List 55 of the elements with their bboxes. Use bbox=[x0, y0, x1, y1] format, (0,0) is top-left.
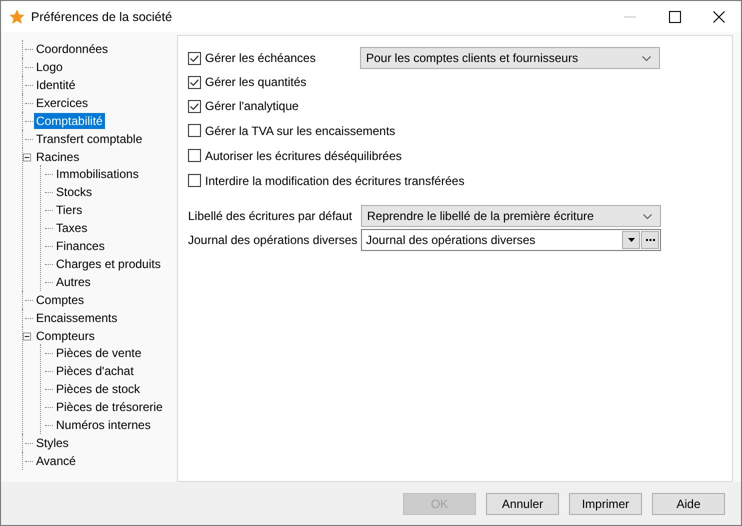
tree-item[interactable]: Pièces d'achat bbox=[54, 363, 136, 379]
tree-item[interactable]: Finances bbox=[54, 238, 107, 254]
dialog-button[interactable]: Aide bbox=[652, 492, 725, 514]
checkbox-label: Gérer la TVA sur les encaissements bbox=[205, 124, 396, 138]
tree-item[interactable]: Exercices bbox=[34, 95, 90, 111]
tree-item[interactable]: Taxes bbox=[54, 220, 90, 236]
dropdown-button[interactable] bbox=[622, 231, 640, 249]
checkbox-label: Gérer l'analytique bbox=[205, 99, 299, 113]
dropdown[interactable]: Pour les comptes clients et fournisseurs bbox=[360, 47, 660, 69]
tree-item[interactable]: Pièces de vente bbox=[54, 345, 144, 361]
checkbox[interactable] bbox=[188, 124, 201, 137]
collapse-icon[interactable] bbox=[23, 332, 31, 340]
checkbox[interactable] bbox=[188, 76, 201, 88]
checkbox-label: Gérer les échéances bbox=[205, 51, 316, 65]
checkbox[interactable] bbox=[188, 149, 201, 162]
caret-down-icon bbox=[628, 238, 634, 242]
checkbox[interactable] bbox=[188, 100, 201, 112]
browse-button[interactable] bbox=[641, 231, 659, 249]
tree-item[interactable]: Pièces de stock bbox=[54, 381, 142, 397]
tree-item[interactable]: Racines bbox=[34, 149, 82, 165]
tree-item[interactable]: Encaissements bbox=[34, 310, 120, 326]
tree-item[interactable]: Charges et produits bbox=[54, 256, 163, 272]
dialog-button[interactable]: Annuler bbox=[486, 492, 559, 514]
checkbox-label: Gérer les quantités bbox=[205, 75, 306, 89]
field-label: Libellé des écritures par défaut bbox=[188, 209, 354, 223]
combo-field[interactable]: Journal des opérations diverses bbox=[361, 229, 661, 251]
tree-item[interactable]: Tiers bbox=[54, 202, 84, 218]
tree-item[interactable]: Avancé bbox=[34, 453, 78, 469]
tree-item[interactable]: Compteurs bbox=[34, 328, 97, 344]
checkbox-label: Interdire la modification des écritures transférées bbox=[205, 174, 464, 188]
chevron-down-icon bbox=[643, 214, 652, 218]
checkbox-label: Autoriser les écritures déséquilibrées bbox=[205, 148, 402, 162]
tree-item[interactable]: Styles bbox=[34, 435, 71, 451]
tree-item[interactable]: Immobilisations bbox=[54, 166, 141, 182]
window-title: Préférences de la société bbox=[31, 10, 172, 24]
chevron-down-icon bbox=[642, 56, 651, 60]
star-icon bbox=[9, 8, 25, 24]
dialog-button[interactable]: Imprimer bbox=[569, 492, 642, 514]
tree-item[interactable]: Coordonnées bbox=[34, 41, 110, 57]
tree-item[interactable]: Transfert comptable bbox=[34, 131, 144, 147]
checkbox[interactable] bbox=[188, 174, 201, 187]
collapse-icon[interactable] bbox=[23, 152, 31, 162]
tree-item[interactable]: Comptabilité bbox=[34, 113, 105, 129]
tree-item[interactable]: Pièces de trésorerie bbox=[54, 399, 165, 415]
tree-item[interactable]: Autres bbox=[54, 274, 93, 290]
tree-item[interactable]: Identité bbox=[34, 77, 78, 93]
tree-item[interactable]: Stocks bbox=[54, 184, 94, 200]
checkbox[interactable] bbox=[188, 52, 201, 64]
tree-item[interactable]: Comptes bbox=[34, 292, 86, 308]
tree-item[interactable]: Logo bbox=[34, 59, 65, 75]
tree-item[interactable]: Numéros internes bbox=[54, 417, 153, 433]
close-icon[interactable] bbox=[713, 10, 725, 22]
maximize-icon[interactable] bbox=[669, 10, 681, 22]
field-label: Journal des opérations diverses bbox=[188, 233, 358, 247]
dropdown[interactable]: Reprendre le libellé de la première écriture bbox=[361, 205, 661, 227]
